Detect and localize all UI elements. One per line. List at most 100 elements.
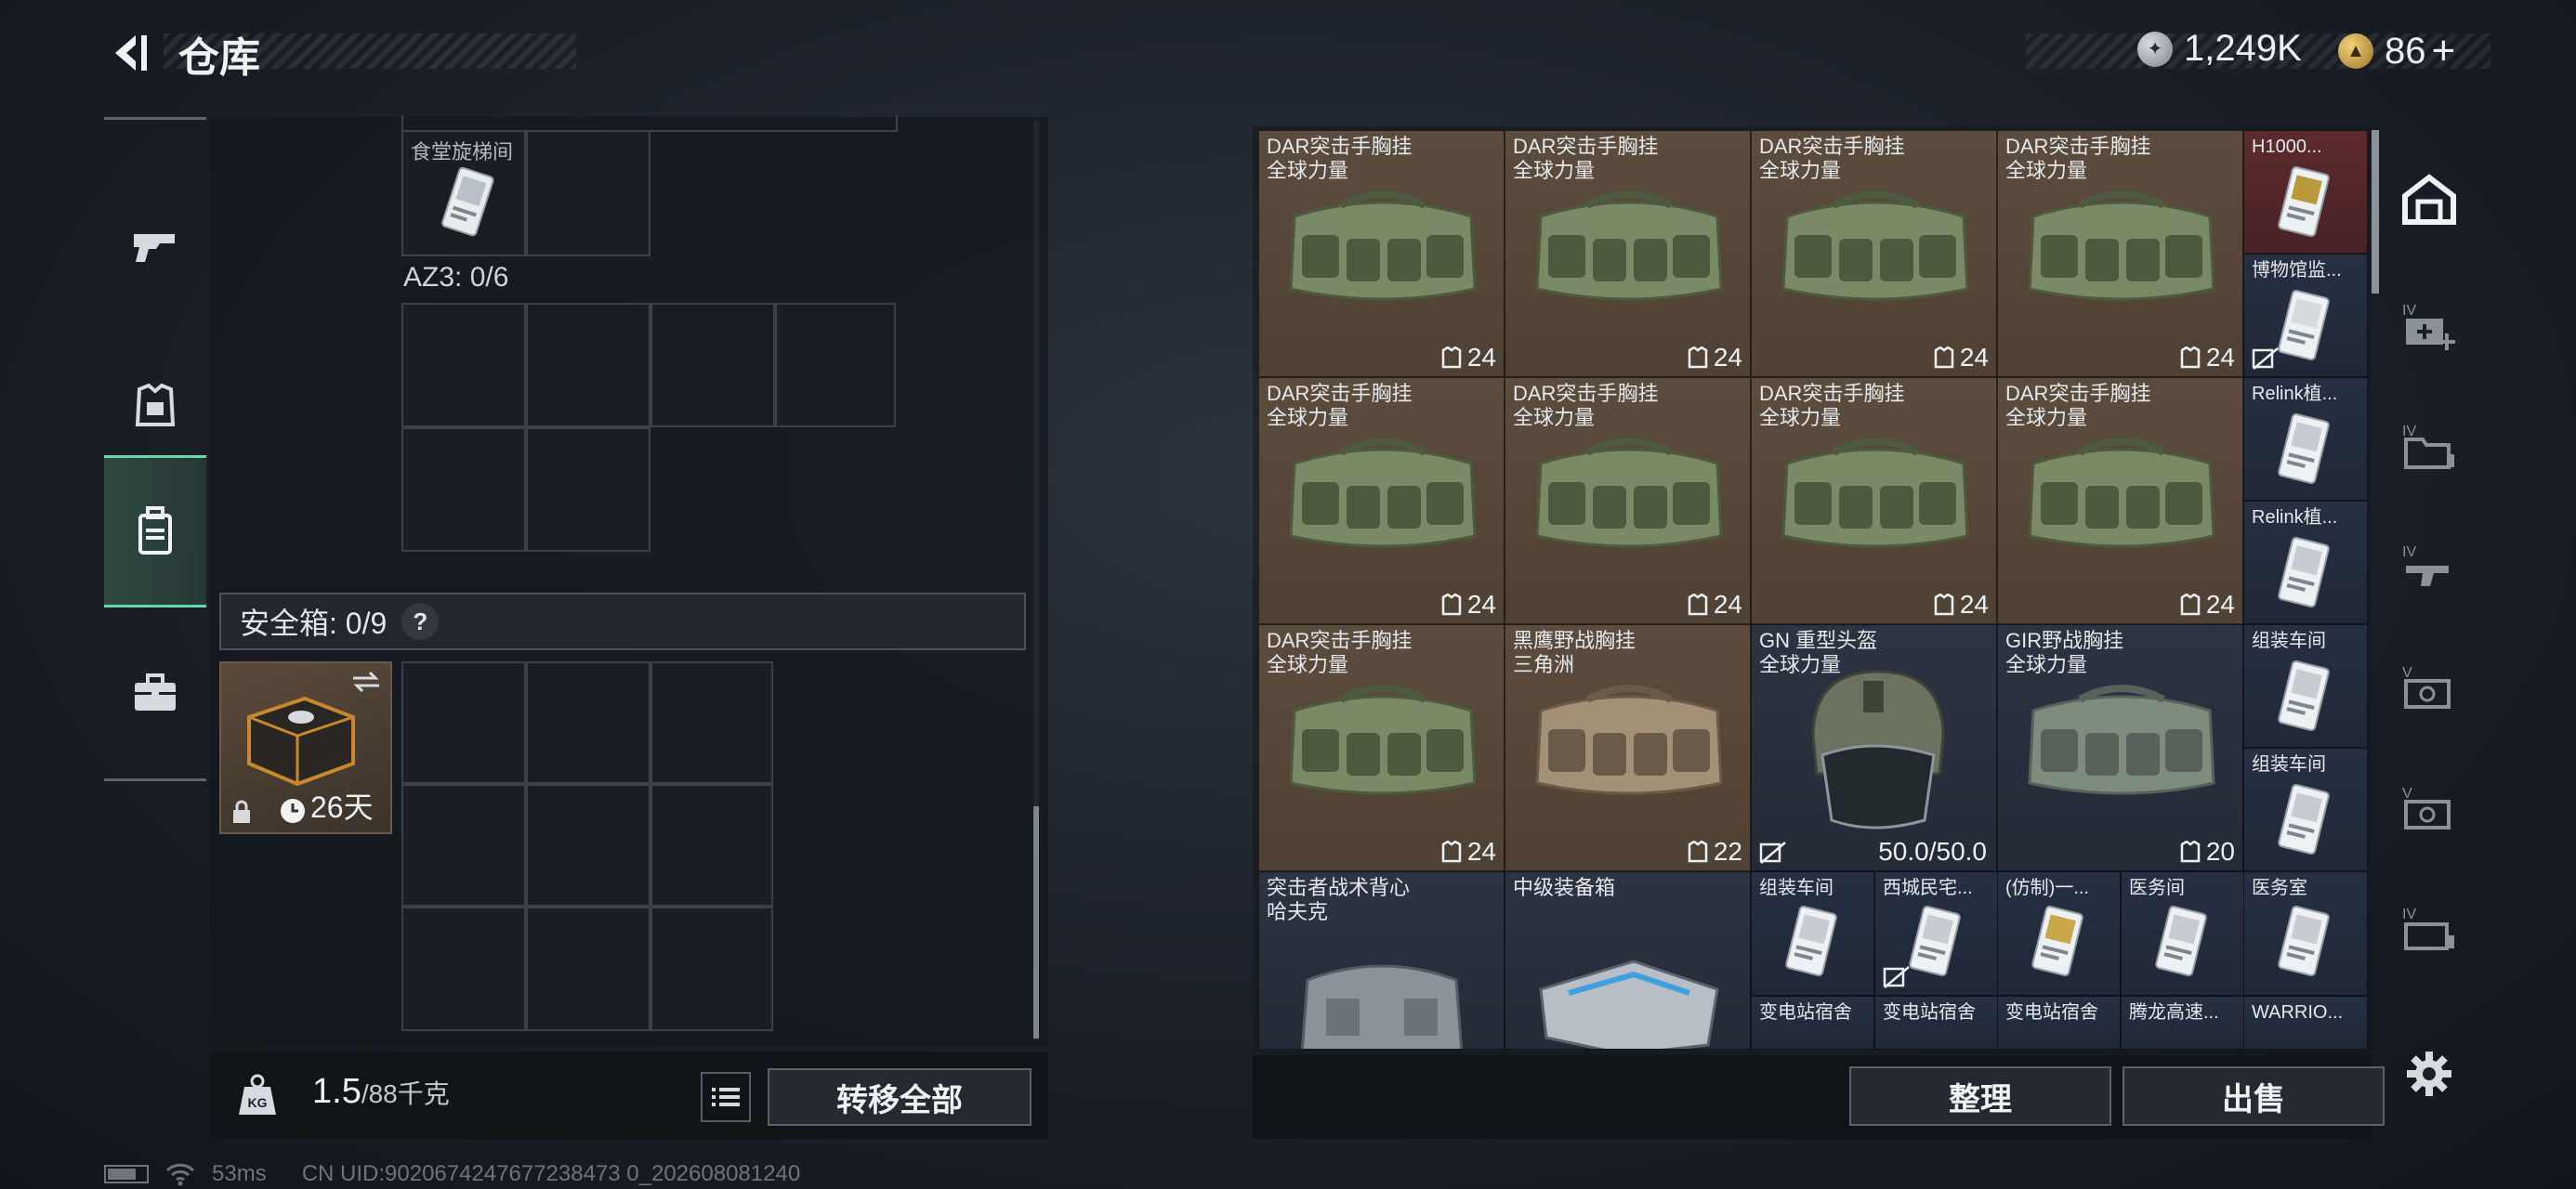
safe-slot[interactable] [651,907,773,1031]
transfer-all-button[interactable]: 转移全部 [768,1068,1032,1126]
stash-item-key-card[interactable]: H1000... [2243,130,2368,254]
sort-button[interactable]: 整理 [1849,1066,2111,1126]
chest-rig-image [1535,685,1723,795]
stash-home-tab[interactable] [2390,149,2468,251]
stash-item-key-card[interactable]: 腾龙高速... [2121,996,2244,1050]
stash-item-chest-rig[interactable]: DAR突击手胸挂 全球力量 24 [1258,377,1505,624]
svg-text:KG: KG [248,1095,268,1110]
stash-page-4-folder[interactable]: IV [2390,396,2468,498]
stash-item-key-card[interactable]: 医务室 [2243,871,2368,996]
item-name: 医务室 [2252,878,2307,898]
item-name: 组装车间 [2252,631,2326,651]
safe-slot[interactable] [526,907,651,1031]
stash-item-chest-rig[interactable]: DAR突击手胸挂 全球力量 24 [1997,130,2243,377]
stash-item-key-card[interactable]: 变电站宿舍 [1751,996,1874,1050]
key-card-icon [2278,660,2330,731]
safe-slot[interactable] [526,661,651,784]
stash-item-key-card[interactable]: 变电站宿舍 [1874,996,1998,1050]
rail-weapons-tab[interactable] [104,171,206,323]
item-name: 西城民宅... [1883,878,1973,898]
az3-slot[interactable] [775,303,896,427]
gold-currency[interactable]: ▲ 86 + [2338,28,2455,74]
item-name: 中级装备箱 [1513,876,1616,899]
weight-current: 1.5 [312,1072,361,1111]
stash-item-key-card[interactable]: 组装车间 [2243,624,2368,748]
container-slot[interactable] [526,130,651,256]
stash-item-key-card[interactable]: (仿制)一... [1997,871,2121,996]
item-name: (仿制)一... [2005,878,2089,898]
stash-item-key-card[interactable]: Relink植... [2243,377,2368,501]
settings-button[interactable] [2401,1046,2457,1102]
stash-item-equipment-box[interactable]: 中级装备箱 [1505,871,1751,1050]
rail-backpack-tab[interactable] [104,455,206,608]
gear-icon [2407,1052,2451,1096]
safe-box-item[interactable]: 26天 [219,661,392,834]
stash-item-key-card[interactable]: 博物馆监... [2243,254,2368,377]
stash-item-key-card[interactable]: 变电站宿舍 [1997,996,2121,1050]
stash-item-key-card[interactable]: 西城民宅... [1874,871,1998,996]
container-slot-filled[interactable]: 食堂旋梯间 [401,130,526,256]
list-view-button[interactable] [701,1072,751,1122]
stash-item-chest-rig[interactable]: DAR突击手胸挂 全球力量 24 [1751,130,1997,377]
helmet-image [1811,670,1945,830]
key-card-icon [2278,784,2330,855]
svg-text:IV: IV [2402,424,2416,439]
safe-slot[interactable] [401,907,526,1031]
gun-folder-icon: IV [2402,544,2449,586]
az3-slot[interactable] [651,303,775,427]
stash-page-4-add[interactable]: IV [2390,275,2468,377]
item-name: H1000... [2252,137,2322,157]
item-name: 医务间 [2129,878,2185,898]
az3-slot[interactable] [526,303,651,427]
stash-item-chest-rig[interactable]: DAR突击手胸挂 全球力量 24 [1258,624,1505,871]
item-name: 突击者战术背心 哈夫克 [1267,876,1411,923]
battery-icon [104,1165,149,1183]
weight-footer: KG 1.5/88千克 转移全部 [210,1052,1048,1139]
stash-item-chest-rig[interactable]: DAR突击手胸挂 全球力量 24 [1505,377,1751,624]
stash-item-chest-rig[interactable]: 黑鹰野战胸挂 三角洲 22 [1505,624,1751,871]
stash-item-key-card[interactable]: 组装车间 [1751,871,1874,996]
item-name: GIR野战胸挂 全球力量 [2005,629,2124,676]
chest-rig-image [1535,438,1723,548]
stash-page-5-a[interactable]: V [2390,637,2468,739]
briefcase-icon [135,673,176,711]
key-card-icon [2278,166,2330,237]
svg-text:IV: IV [2402,544,2416,560]
stash-page-5-b[interactable]: V [2390,758,2468,860]
key-card-icon [441,166,494,237]
stash-scrollbar-thumb[interactable] [2372,130,2379,294]
help-icon[interactable]: ? [401,603,440,640]
key-card-icon [2155,906,2207,976]
safe-slot[interactable] [651,784,773,907]
stash-item-chest-rig[interactable]: DAR突击手胸挂 全球力量 24 [1258,130,1505,377]
left-scrollbar-thumb[interactable] [1033,806,1039,1039]
stash-item-chest-rig[interactable]: DAR突击手胸挂 全球力量 24 [1751,377,1997,624]
back-button[interactable] [104,28,154,78]
stash-item-vest[interactable]: 突击者战术背心 哈夫克 [1258,871,1505,1050]
equipment-box-image [1539,960,1719,1049]
key-card-icon [1909,906,1961,976]
stash-item-chest-rig[interactable]: GIR野战胸挂 全球力量 20 [1997,624,2243,871]
stash-item-helmet[interactable]: GN 重型头盔 全球力量 50.0/50.0 [1751,624,1997,871]
stash-item-chest-rig[interactable]: DAR突击手胸挂 全球力量 24 [1997,377,2243,624]
rail-divider [104,778,206,781]
item-armor-count: 24 [1441,343,1496,372]
safe-slot[interactable] [526,784,651,907]
stash-item-key-card[interactable]: WARRIO... [2243,996,2368,1050]
safe-slot[interactable] [401,784,526,907]
az3-slot[interactable] [401,303,526,427]
stash-item-chest-rig[interactable]: DAR突击手胸挂 全球力量 24 [1505,130,1751,377]
safe-slot[interactable] [401,661,526,784]
stash-page-4-box[interactable]: IV [2390,879,2468,981]
sell-button[interactable]: 出售 [2123,1066,2385,1126]
stash-item-key-card[interactable]: Relink植... [2243,501,2368,624]
safe-slot[interactable] [651,661,773,784]
az3-slot[interactable] [401,427,526,552]
stash-item-key-card[interactable]: 组装车间 [2243,748,2368,871]
add-gold-button[interactable]: + [2432,28,2456,74]
rail-case-tab[interactable] [104,617,206,769]
az3-slot[interactable] [526,427,651,552]
item-name: Relink植... [2252,384,2338,404]
stash-page-4-gun[interactable]: IV [2390,516,2468,619]
stash-item-key-card[interactable]: 医务间 [2121,871,2244,996]
